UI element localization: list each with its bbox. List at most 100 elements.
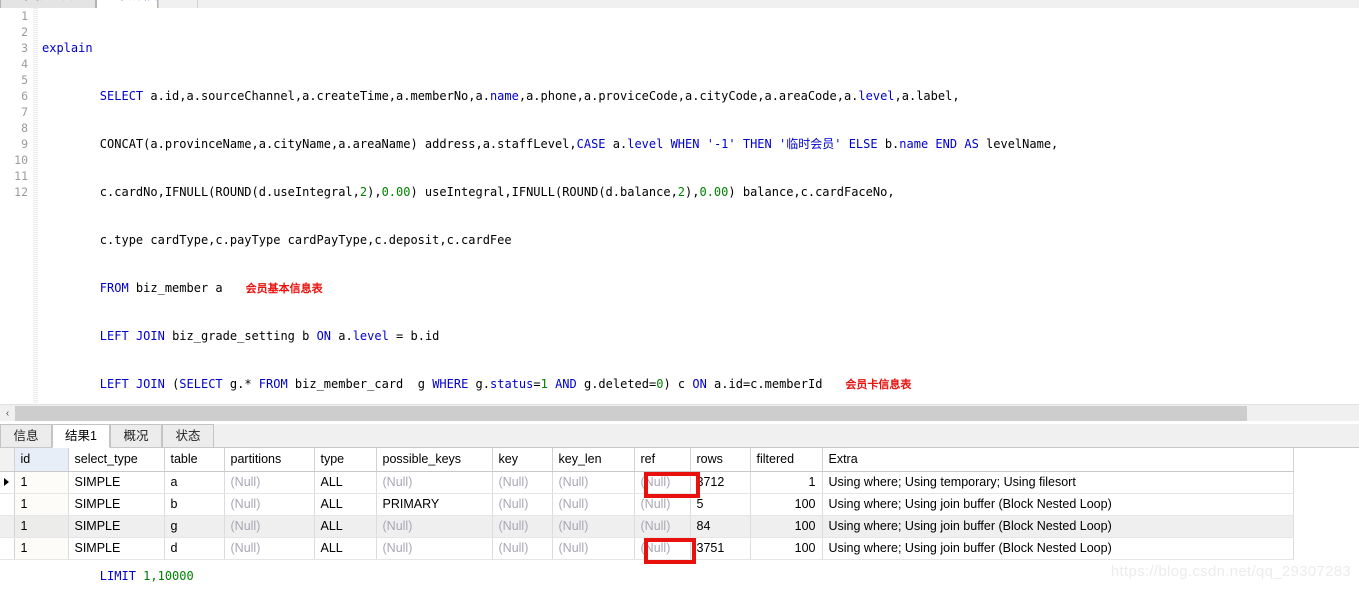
explain-results-grid[interactable]: id select_type table partitions type pos… <box>0 448 1294 560</box>
cell-possible-keys[interactable]: (Null) <box>376 537 493 560</box>
cell-type[interactable]: ALL <box>314 537 377 560</box>
column-header-possible-keys[interactable]: possible_keys <box>376 448 493 472</box>
cell-extra[interactable]: Using where; Using join buffer (Block Ne… <box>822 493 1294 516</box>
cell-partitions[interactable]: (Null) <box>224 515 315 538</box>
table-row[interactable]: 1 SIMPLE g (Null) ALL (Null) (Null) (Nul… <box>0 515 1294 538</box>
cell-id[interactable]: 1 <box>14 537 69 560</box>
column-header-select-type[interactable]: select_type <box>68 448 165 472</box>
cell-key-len[interactable]: (Null) <box>552 515 635 538</box>
column-header-rows[interactable]: rows <box>690 448 751 472</box>
cell-key[interactable]: (Null) <box>492 515 553 538</box>
code-line-6: FROM biz_member a 会员基本信息表 <box>99 281 323 295</box>
cell-select-type[interactable]: SIMPLE <box>68 537 165 560</box>
cell-partitions[interactable]: (Null) <box>224 471 315 494</box>
cell-table[interactable]: g <box>164 515 225 538</box>
line-number: 7 <box>21 105 28 119</box>
cell-key[interactable]: (Null) <box>492 471 553 494</box>
table-row[interactable]: 1 SIMPLE b (Null) ALL PRIMARY (Null) (Nu… <box>0 493 1294 516</box>
result-tab-bar: 信息 结果1 概况 状态 <box>0 424 1359 448</box>
cell-type[interactable]: ALL <box>314 471 377 494</box>
line-number: 11 <box>14 169 28 183</box>
cell-ref[interactable]: (Null) <box>634 471 691 494</box>
cell-extra[interactable]: Using where; Using join buffer (Block Ne… <box>822 537 1294 560</box>
row-selection-marker[interactable] <box>0 537 15 560</box>
code-line-1: explain <box>42 41 93 55</box>
cell-key-len[interactable]: (Null) <box>552 471 635 494</box>
column-header-type[interactable]: type <box>314 448 377 472</box>
row-pointer-icon <box>4 478 10 486</box>
row-selection-marker[interactable] <box>0 515 15 538</box>
cell-rows[interactable]: 3751 <box>690 537 751 560</box>
cell-key[interactable]: (Null) <box>492 493 553 516</box>
line-numbers: 1 2 3 4 5 6 7 8 9 10 11 12 <box>0 8 30 200</box>
line-number: 9 <box>21 137 28 151</box>
column-header-key-len[interactable]: key_len <box>552 448 635 472</box>
tab-profile[interactable]: 概况 <box>110 424 162 448</box>
cell-table[interactable]: d <box>164 537 225 560</box>
watermark: https://blog.csdn.net/qq_29307283 <box>1110 563 1351 580</box>
scroll-left-arrow-icon[interactable]: ‹ <box>0 405 15 422</box>
row-selection-marker[interactable] <box>0 471 15 494</box>
cell-key-len[interactable]: (Null) <box>552 537 635 560</box>
code-line-5: c.type cardType,c.payType cardPayType,c.… <box>42 233 512 247</box>
code-line-7: LEFT JOIN biz_grade_setting b ON a.level… <box>99 329 440 343</box>
editor-horizontal-scrollbar[interactable]: ‹ <box>0 404 1359 421</box>
tab-status[interactable]: 状态 <box>162 424 214 448</box>
cell-rows[interactable]: 84 <box>690 515 751 538</box>
column-header-extra[interactable]: Extra <box>822 448 1294 472</box>
cell-ref[interactable]: (Null) <box>634 537 691 560</box>
cell-extra[interactable]: Using where; Using join buffer (Block Ne… <box>822 515 1294 538</box>
cell-partitions[interactable]: (Null) <box>224 537 315 560</box>
cell-select-type[interactable]: SIMPLE <box>68 471 165 494</box>
column-header-filtered[interactable]: filtered <box>750 448 823 472</box>
cell-possible-keys[interactable]: PRIMARY <box>376 493 493 516</box>
tab-query-editor[interactable]: 查询编辑器 <box>96 0 158 8</box>
cell-key[interactable]: (Null) <box>492 537 553 560</box>
cell-possible-keys[interactable]: (Null) <box>376 515 493 538</box>
line-number: 6 <box>21 89 28 103</box>
results-table: id select_type table partitions type pos… <box>0 448 1294 560</box>
tab-result-1[interactable]: 结果1 <box>52 424 110 448</box>
cell-ref[interactable]: (Null) <box>634 515 691 538</box>
tab-extra[interactable] <box>158 0 198 8</box>
cell-filtered[interactable]: 100 <box>750 493 823 516</box>
line-number: 1 <box>21 9 28 23</box>
cell-partitions[interactable]: (Null) <box>224 493 315 516</box>
line-number: 10 <box>14 153 28 167</box>
cell-table[interactable]: b <box>164 493 225 516</box>
cell-type[interactable]: ALL <box>314 493 377 516</box>
cell-key-len[interactable]: (Null) <box>552 493 635 516</box>
cell-rows[interactable]: 3712 <box>690 471 751 494</box>
table-row[interactable]: 1 SIMPLE a (Null) ALL (Null) (Null) (Nul… <box>0 471 1294 494</box>
cell-ref[interactable]: (Null) <box>634 493 691 516</box>
column-header-partitions[interactable]: partitions <box>224 448 315 472</box>
sql-client-window: 查询创建工具 查询编辑器 1 2 3 4 5 6 7 8 9 10 11 12 … <box>0 0 1359 592</box>
cell-possible-keys[interactable]: (Null) <box>376 471 493 494</box>
cell-filtered[interactable]: 100 <box>750 515 823 538</box>
cell-table[interactable]: a <box>164 471 225 494</box>
column-header-key[interactable]: key <box>492 448 553 472</box>
tab-query-builder[interactable]: 查询创建工具 <box>0 0 96 8</box>
table-row[interactable]: 1 SIMPLE d (Null) ALL (Null) (Null) (Nul… <box>0 537 1294 560</box>
cell-id[interactable]: 1 <box>14 515 69 538</box>
cell-filtered[interactable]: 1 <box>750 471 823 494</box>
code-line-3: CONCAT(a.provinceName,a.cityName,a.areaN… <box>42 137 1059 151</box>
cell-select-type[interactable]: SIMPLE <box>68 493 165 516</box>
scrollbar-thumb[interactable] <box>15 406 1247 421</box>
cell-extra[interactable]: Using where; Using temporary; Using file… <box>822 471 1294 494</box>
cell-id[interactable]: 1 <box>14 471 69 494</box>
row-selection-marker[interactable] <box>0 493 15 516</box>
sql-editor[interactable]: 1 2 3 4 5 6 7 8 9 10 11 12 explain SELEC… <box>0 8 1359 583</box>
cell-filtered[interactable]: 100 <box>750 537 823 560</box>
column-header-id[interactable]: id <box>14 448 69 472</box>
cell-type[interactable]: ALL <box>314 515 377 538</box>
tab-info[interactable]: 信息 <box>0 424 52 448</box>
cell-id[interactable]: 1 <box>14 493 69 516</box>
column-header-table[interactable]: table <box>164 448 225 472</box>
cell-select-type[interactable]: SIMPLE <box>68 515 165 538</box>
cell-rows[interactable]: 5 <box>690 493 751 516</box>
line-number: 4 <box>21 57 28 71</box>
column-header-ref[interactable]: ref <box>634 448 691 472</box>
code-line-2: SELECT a.id,a.sourceChannel,a.createTime… <box>99 89 960 103</box>
line-number: 5 <box>21 73 28 87</box>
